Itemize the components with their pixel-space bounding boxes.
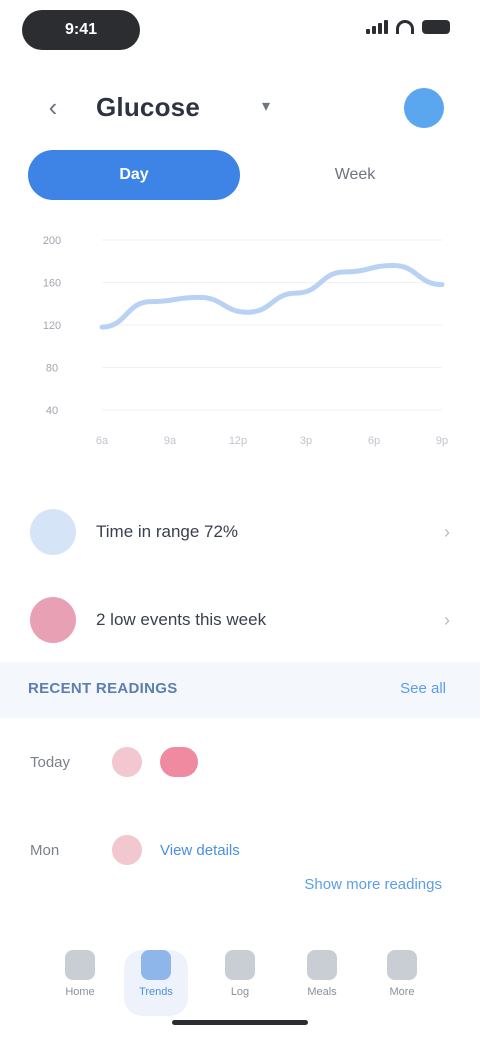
chevron-left-icon[interactable]: ‹ [38,92,68,122]
nav-home[interactable]: Home [48,950,112,1016]
nav-trends[interactable]: Trends [124,950,188,1016]
info-row-lows[interactable]: 2 low events this week › [30,594,450,646]
y-tick-label: 80 [46,363,58,375]
alert-icon [30,597,76,643]
reading-badge [112,835,142,865]
plus-icon [225,950,255,980]
nav-label: Home [65,986,95,998]
status-time: 9:41 [22,10,140,50]
section-title: RECENT READINGS [28,680,178,697]
data-point [294,291,299,296]
chevron-right-icon: › [444,521,450,542]
data-point [342,269,347,274]
x-tick-label: 12p [229,435,247,447]
nav-log[interactable]: Log [208,950,272,1016]
reading-details-link[interactable]: View details [160,842,240,859]
tab-week[interactable]: Week [258,150,452,200]
data-point [391,263,396,268]
x-tick-label: 3p [300,435,312,447]
see-all-link[interactable]: See all [400,680,446,697]
x-tick-label: 9a [164,435,177,447]
nav-label: More [389,986,415,998]
y-tick-label: 200 [43,235,61,247]
nav-label: Log [230,986,250,998]
page-title[interactable]: Glucose [96,92,200,123]
header: ‹ Glucose ▾ [0,80,480,136]
tab-day[interactable]: Day [28,150,240,200]
data-point [197,295,202,300]
data-point [440,282,444,287]
status-icons [366,20,450,34]
nav-label: Meals [307,986,337,998]
reading-badge [112,747,142,777]
series-line [99,262,445,330]
wifi-icon [396,20,414,34]
nav-meals[interactable]: Meals [290,950,354,1016]
nav-more[interactable]: More [370,950,434,1016]
segmented-tabs: Day Week [28,150,452,200]
show-more-link[interactable]: Show more readings [304,876,442,893]
x-tick-label: 9p [436,435,448,447]
info-label: Time in range 72% [96,522,239,541]
reading-row[interactable]: Today [30,734,450,790]
food-icon [307,950,337,980]
x-tick-label: 6p [368,435,380,447]
data-point [245,310,250,315]
chart-icon [141,950,171,980]
x-tick-label: 6a [96,435,109,447]
battery-icon [422,20,450,34]
y-tick-label: 120 [43,320,61,332]
signal-icon [366,20,388,34]
home-indicator [172,1020,308,1025]
nav-label: Trends [139,986,173,998]
avatar[interactable] [404,88,444,128]
y-tick-label: 40 [46,405,58,417]
data-point [148,299,153,304]
target-icon [30,509,76,555]
chevron-down-icon[interactable]: ▾ [262,96,270,116]
menu-icon [387,950,417,980]
status-bar: 9:41 [0,0,480,60]
reading-date: Mon [30,841,60,859]
home-icon [65,950,95,980]
data-point [100,325,104,330]
reading-badge [160,747,198,777]
reading-date: Today [30,753,71,771]
section-header: RECENT READINGS See all [0,662,480,718]
reading-row[interactable]: Mon View details [30,822,450,878]
info-row-range[interactable]: Time in range 72% › [30,506,450,558]
chevron-right-icon: › [444,609,450,630]
y-tick-label: 160 [43,278,61,290]
info-label: 2 low events this week [96,610,267,629]
glucose-chart: 200 160 120 80 40 6a 9a 12p 3p 6p 9p [22,220,458,470]
